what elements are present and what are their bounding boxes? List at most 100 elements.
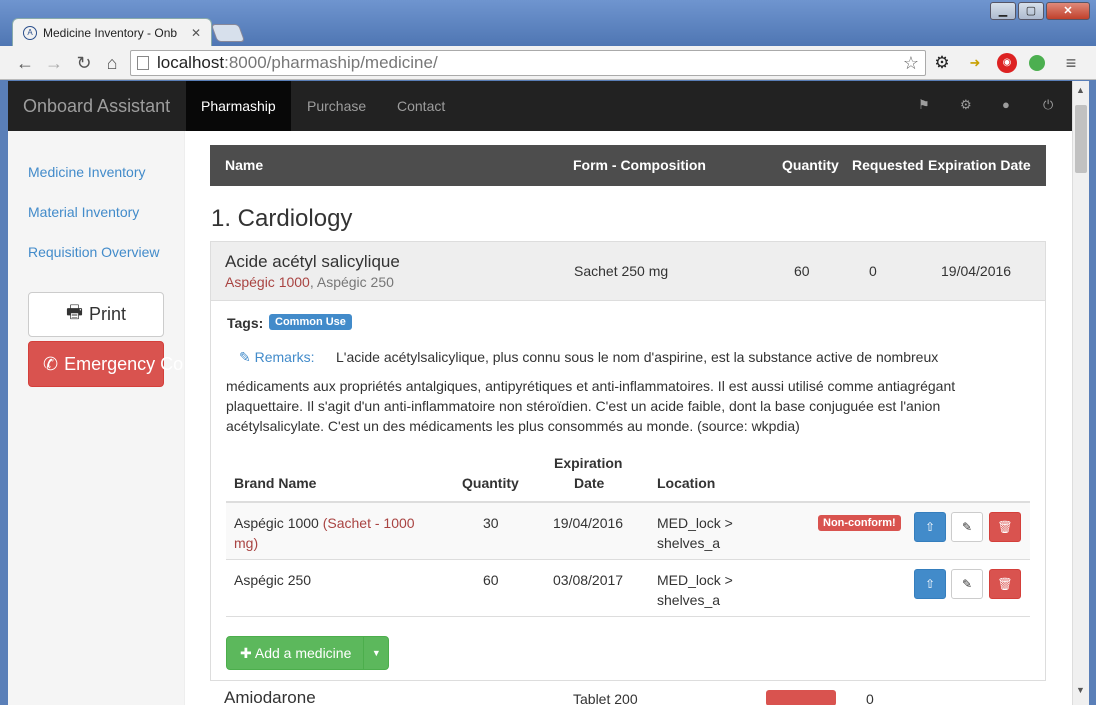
delete-button[interactable]: 🗑 (989, 569, 1021, 599)
user-icon[interactable]: ● (1002, 97, 1010, 112)
medicine-row-next[interactable]: Amiodarone Tablet 200 0 (210, 688, 1046, 705)
medicine-row[interactable]: Acide acétyl salicylique Aspégic 1000, A… (210, 241, 1046, 301)
plus-icon: ✚ (240, 645, 252, 661)
maximize-button[interactable]: ▢ (1018, 2, 1044, 20)
adblock-extension-icon[interactable]: ◉ (997, 53, 1017, 73)
scrollbar-thumb[interactable] (1075, 105, 1087, 173)
page-icon (137, 56, 149, 70)
row-expiration: 19/04/2016 (553, 515, 624, 531)
minimize-button[interactable]: ▁ (990, 2, 1016, 20)
table-row: Aspégic 1000 (Sachet - 1000 mg) 30 19/04… (226, 503, 1030, 560)
row-quantity: 60 (483, 572, 499, 588)
header-form: Form - Composition (573, 157, 706, 173)
top-navbar: Onboard Assistant Pharmaship Purchase Co… (8, 81, 1072, 131)
main-content: Name Form - Composition Quantity Request… (185, 131, 1072, 705)
tab-title: Medicine Inventory - Onb (43, 25, 178, 40)
row-expiration: 03/08/2017 (553, 572, 624, 588)
sub-header-quantity: Quantity (462, 475, 519, 491)
bookmark-star-icon[interactable]: ☆ (903, 53, 919, 74)
printer-icon: 🖶 (65, 301, 83, 322)
edit-button[interactable]: ✎ (951, 569, 983, 599)
header-requested: Requested (852, 157, 924, 173)
sub-header-expiration-2: Date (574, 475, 605, 491)
emergency-contact-button[interactable]: ✆ Emergency Co (28, 341, 183, 387)
home-icon[interactable]: ⌂ (101, 52, 123, 74)
remarks-label[interactable]: ✎ Remarks: (239, 349, 315, 366)
row-location: MED_lock > shelves_a (657, 572, 733, 608)
flag-icon[interactable]: ⚑ (918, 97, 930, 113)
add-medicine-label: Add a medicine (254, 645, 352, 661)
sub-header-expiration-1: Expiration (554, 455, 623, 471)
medicine-requested: 0 (869, 263, 877, 279)
medicine-brands: Aspégic 1000, Aspégic 250 (225, 274, 394, 290)
next-medicine-name: Amiodarone (224, 688, 316, 705)
next-medicine-quantity: 0 (866, 691, 874, 705)
window-controls: ▁ ▢ ✕ (990, 2, 1090, 20)
row-location: MED_lock > shelves_a (657, 515, 733, 551)
add-medicine-button[interactable]: ✚ Add a medicine ▼ (226, 636, 390, 670)
row-quantity: 30 (483, 515, 499, 531)
url-host: localhost (157, 53, 225, 72)
chevron-down-icon[interactable]: ▼ (364, 648, 388, 658)
login-extension-icon[interactable]: ➜ (965, 53, 985, 73)
delete-button[interactable]: 🗑 (989, 512, 1021, 542)
browser-toolbar: ← → ↻ ⌂ localhost:8000/pharmaship/medici… (0, 46, 1096, 80)
new-tab-button[interactable] (210, 24, 246, 42)
upload-button[interactable]: ⇧ (914, 512, 946, 542)
url-path: :8000/pharmaship/medicine/ (224, 53, 438, 72)
scroll-up-icon[interactable]: ▲ (1076, 85, 1085, 95)
sidebar-link-medicine-inventory[interactable]: Medicine Inventory (28, 164, 146, 180)
window-border (1089, 81, 1096, 705)
row-brand: Aspégic 250 (234, 572, 312, 588)
table-row: Aspégic 250 60 03/08/2017 MED_lock > she… (226, 560, 1030, 617)
brand-name: Aspégic 1000 (234, 515, 319, 531)
settings-extension-icon[interactable]: ⚙ (932, 53, 952, 73)
address-bar[interactable]: localhost:8000/pharmaship/medicine/ ☆ (130, 50, 926, 76)
window-titlebar: A Medicine Inventory - Onb ✕ ▁ ▢ ✕ (0, 0, 1096, 46)
edit-icon: ✎ (239, 349, 251, 365)
print-button[interactable]: 🖶 Print (28, 292, 164, 337)
green-extension-icon[interactable] (1029, 55, 1045, 71)
sub-header-location: Location (657, 475, 716, 491)
scroll-down-icon[interactable]: ▼ (1076, 685, 1085, 695)
inventory-table-header: Name Form - Composition Quantity Request… (210, 145, 1046, 186)
browser-tab[interactable]: A Medicine Inventory - Onb ✕ (12, 18, 212, 46)
brand-separator: , (309, 274, 317, 290)
category-title: 1. Cardiology (211, 205, 353, 232)
emergency-label: Emergency Co (64, 353, 184, 374)
nav-purchase[interactable]: Purchase (292, 81, 381, 131)
sidebar-link-material-inventory[interactable]: Material Inventory (28, 204, 139, 220)
remarks-label-text: Remarks: (254, 349, 315, 365)
edit-button[interactable]: ✎ (951, 512, 983, 542)
sidebar-link-requisition-overview[interactable]: Requisition Overview (28, 244, 160, 260)
sidebar: Medicine Inventory Material Inventory Re… (8, 131, 185, 705)
page-scrollbar[interactable]: ▲ ▼ (1072, 81, 1089, 705)
reload-icon[interactable]: ↻ (73, 52, 95, 74)
phone-icon: ✆ (43, 353, 59, 374)
upload-button[interactable]: ⇧ (914, 569, 946, 599)
sub-header-brand: Brand Name (234, 475, 317, 491)
app-logo-icon: A (23, 25, 37, 40)
next-medicine-form: Tablet 200 (573, 691, 638, 705)
header-quantity: Quantity (782, 157, 839, 173)
row-brand: Aspégic 1000 (Sachet - 1000 mg) (234, 513, 434, 553)
forward-icon[interactable]: → (43, 52, 65, 74)
next-status-badge (766, 690, 836, 705)
power-icon[interactable]: ⏻ (1043, 97, 1053, 113)
nav-pharmaship[interactable]: Pharmaship (186, 81, 291, 131)
back-icon[interactable]: ← (14, 52, 36, 74)
tab-close-icon[interactable]: ✕ (191, 26, 201, 40)
add-medicine-main[interactable]: ✚ Add a medicine (227, 637, 365, 669)
tag-badge: Common Use (269, 314, 352, 330)
brand-nonconform: Aspégic 1000 (225, 274, 310, 290)
medicine-details: Tags: Common Use ✎ Remarks: L'acide acét… (210, 301, 1046, 681)
header-name: Name (225, 157, 264, 173)
menu-icon[interactable]: ≡ (1060, 52, 1082, 74)
remarks-text: médicaments aux propriétés antalgiques, … (226, 378, 956, 434)
navbar-brand[interactable]: Onboard Assistant (23, 96, 170, 117)
close-window-button[interactable]: ✕ (1046, 2, 1090, 20)
medicine-quantity: 60 (794, 263, 810, 279)
nav-contact[interactable]: Contact (382, 81, 460, 131)
gear-icon[interactable]: ⚙ (960, 97, 972, 113)
medicine-form: Sachet 250 mg (574, 263, 669, 279)
